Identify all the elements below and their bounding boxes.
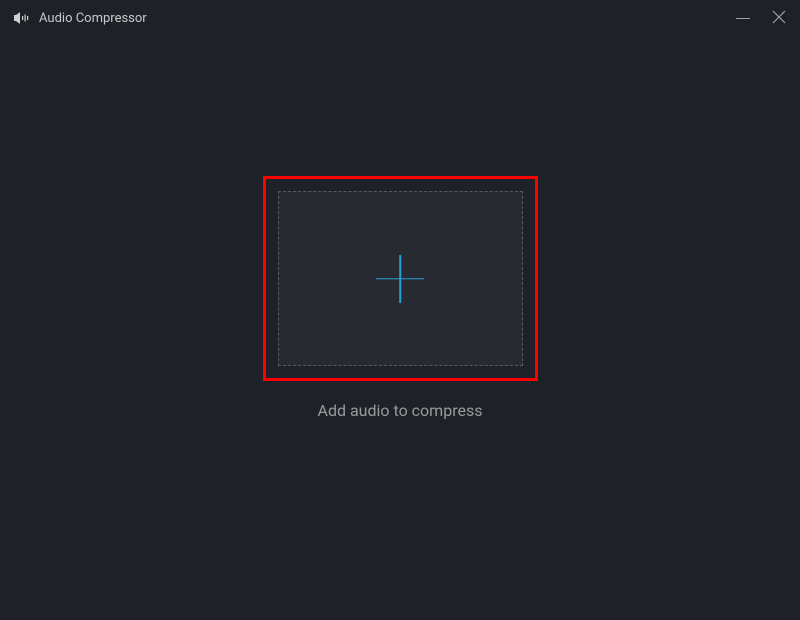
main-content: Add audio to compress	[0, 6, 800, 590]
instruction-label: Add audio to compress	[318, 401, 483, 420]
dropzone-highlight-outline	[263, 176, 538, 381]
add-audio-dropzone[interactable]	[278, 191, 523, 366]
plus-icon	[376, 255, 424, 303]
